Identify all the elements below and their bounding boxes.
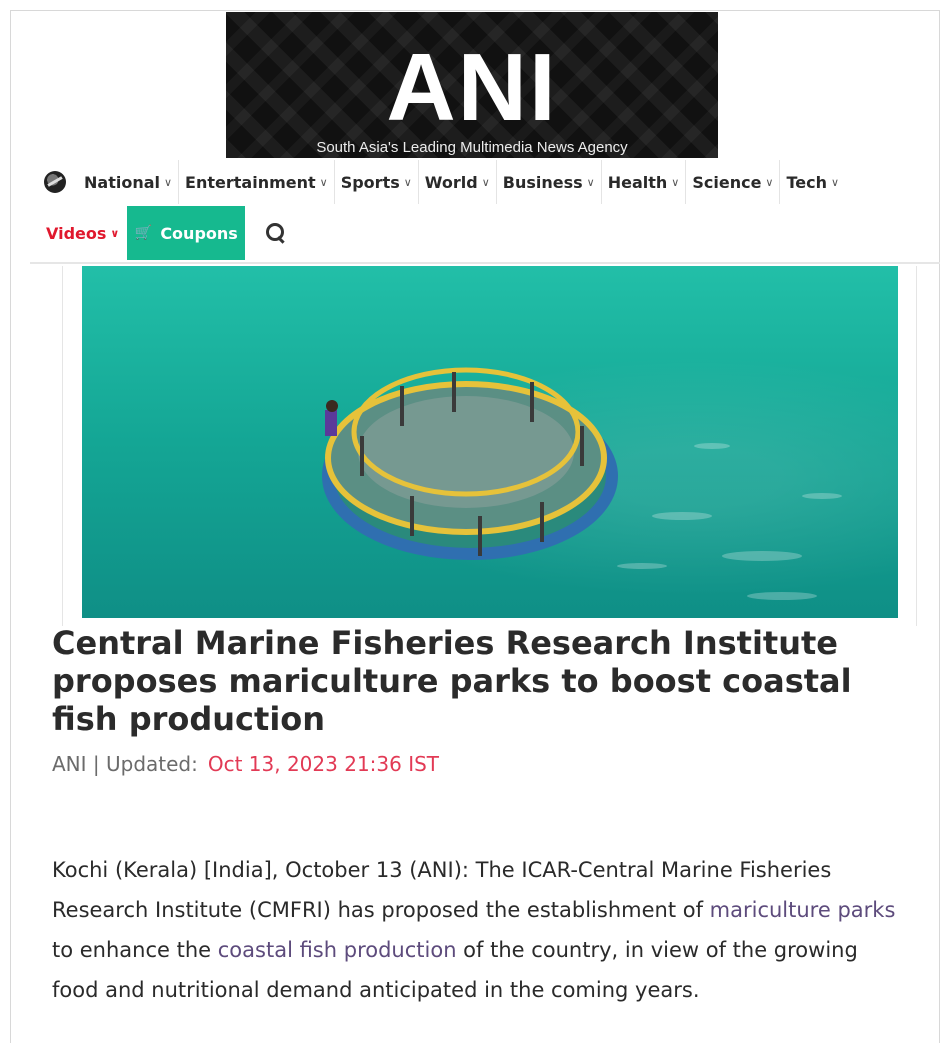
coupons-label: Coupons xyxy=(160,223,238,243)
cart-icon: 🛒 xyxy=(134,225,153,241)
search-icon[interactable] xyxy=(265,222,287,244)
chevron-down-icon: ∨ xyxy=(831,175,840,189)
logo-tagline: South Asia's Leading Multimedia News Age… xyxy=(316,139,628,156)
card-border-left xyxy=(62,266,63,626)
nav-item-tech[interactable]: Tech ∨ xyxy=(780,160,845,204)
nav-label: National xyxy=(84,172,160,192)
nav-label: Science xyxy=(692,172,762,192)
nav-row-secondary: Videos ∨ 🛒 Coupons xyxy=(30,206,287,260)
chevron-down-icon: ∨ xyxy=(110,226,120,240)
article-hero-image[interactable] xyxy=(82,266,898,618)
nav-label: Entertainment xyxy=(185,172,316,192)
nav-item-sports[interactable]: Sports ∨ xyxy=(335,160,419,204)
nav-item-entertainment[interactable]: Entertainment ∨ xyxy=(179,160,335,204)
main-navigation: National ∨ Entertainment ∨ Sports ∨ World ∨ … xyxy=(30,160,940,264)
logo-wordmark: ANI xyxy=(386,34,558,141)
nav-item-health[interactable]: Health ∨ xyxy=(602,160,687,204)
nav-item-national[interactable]: National ∨ xyxy=(78,160,180,204)
nav-label: World xyxy=(424,172,478,192)
article-date: Oct 13, 2023 21:36 IST xyxy=(207,752,440,776)
globe-icon[interactable] xyxy=(44,171,66,193)
article-source: ANI | Updated: xyxy=(52,752,198,776)
chevron-down-icon: ∨ xyxy=(481,175,490,189)
nav-item-videos[interactable]: Videos ∨ xyxy=(30,206,127,260)
videos-label: Videos xyxy=(46,223,107,243)
card-border-right xyxy=(916,266,917,626)
nav-label: Tech xyxy=(786,172,827,192)
article-headline: Central Marine Fisheries Research Instit… xyxy=(52,624,852,738)
article-body-paragraph: Kochi (Kerala) [India], October 13 (ANI)… xyxy=(52,850,902,1010)
body-text-2: to enhance the xyxy=(52,938,218,962)
nav-row-primary: National ∨ Entertainment ∨ Sports ∨ World ∨ … xyxy=(30,160,845,204)
chevron-down-icon: ∨ xyxy=(403,175,412,189)
nav-label: Health xyxy=(607,172,668,192)
chevron-down-icon: ∨ xyxy=(163,175,173,189)
nav-item-science[interactable]: Science ∨ xyxy=(686,160,781,204)
chevron-down-icon: ∨ xyxy=(671,175,680,189)
ani-logo[interactable]: ANI South Asia's Leading Multimedia News… xyxy=(226,12,718,158)
nav-label: Sports xyxy=(340,172,400,192)
chevron-down-icon: ∨ xyxy=(765,175,774,189)
coupons-button[interactable]: 🛒 Coupons xyxy=(127,206,246,260)
link-coastal-fish-production[interactable]: coastal fish production xyxy=(218,938,457,962)
chevron-down-icon: ∨ xyxy=(586,175,595,189)
nav-item-business[interactable]: Business ∨ xyxy=(497,160,602,204)
article-meta: ANI | Updated: Oct 13, 2023 21:36 IST xyxy=(52,752,439,776)
nav-label: Business xyxy=(502,172,583,192)
nav-item-world[interactable]: World ∨ xyxy=(419,160,497,204)
chevron-down-icon: ∨ xyxy=(319,175,328,189)
link-mariculture-parks[interactable]: mariculture parks xyxy=(710,898,896,922)
fish-cage-illustration xyxy=(322,367,842,600)
